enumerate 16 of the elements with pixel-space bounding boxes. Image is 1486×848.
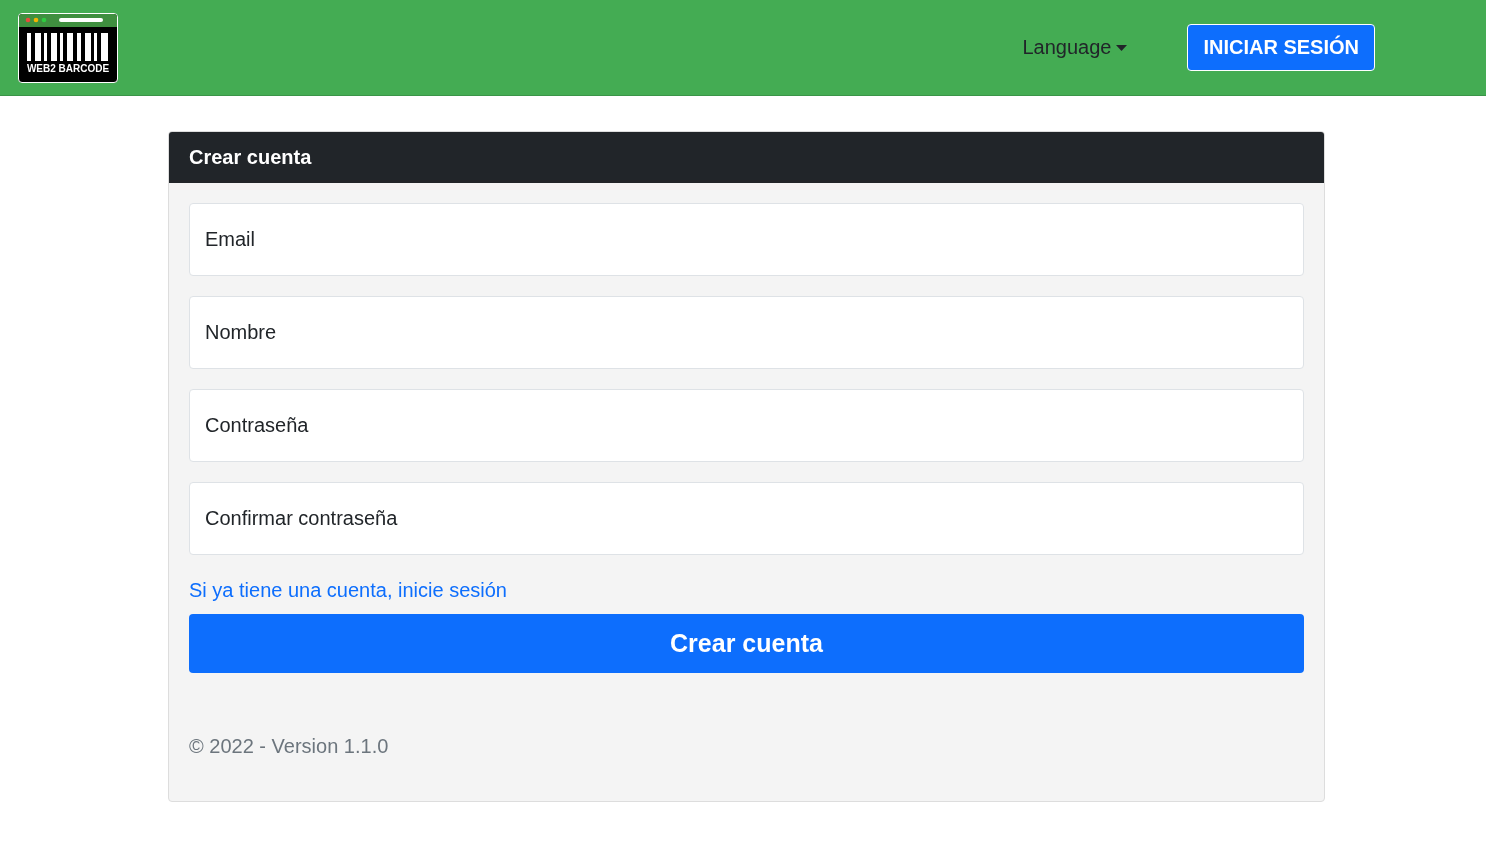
caret-icon bbox=[1116, 44, 1128, 51]
footer-text: © 2022 - Version 1.1.0 bbox=[189, 735, 390, 758]
card-title: Crear cuenta bbox=[169, 132, 1324, 183]
input-field[interactable]: Confirmar contraseña bbox=[189, 482, 1304, 555]
input-field[interactable]: Email bbox=[189, 203, 1304, 276]
barcode-icon bbox=[27, 32, 109, 61]
logo[interactable]: WEB2 BARCODE bbox=[18, 12, 118, 83]
create-account-button[interactable]: Crear cuenta bbox=[189, 614, 1304, 673]
login-button[interactable]: INICIAR SESIÓN bbox=[1187, 24, 1375, 71]
language-dropdown[interactable]: Language bbox=[1022, 36, 1128, 59]
address-bar-icon bbox=[59, 18, 103, 22]
logo-text: WEB2 BARCODE bbox=[26, 62, 110, 75]
input-field[interactable]: Contraseña bbox=[189, 389, 1304, 462]
window-dots-icon bbox=[25, 17, 47, 23]
input-field[interactable]: Nombre bbox=[189, 296, 1304, 369]
login-link[interactable]: Si ya tiene una cuenta, inicie sesión bbox=[189, 579, 507, 602]
